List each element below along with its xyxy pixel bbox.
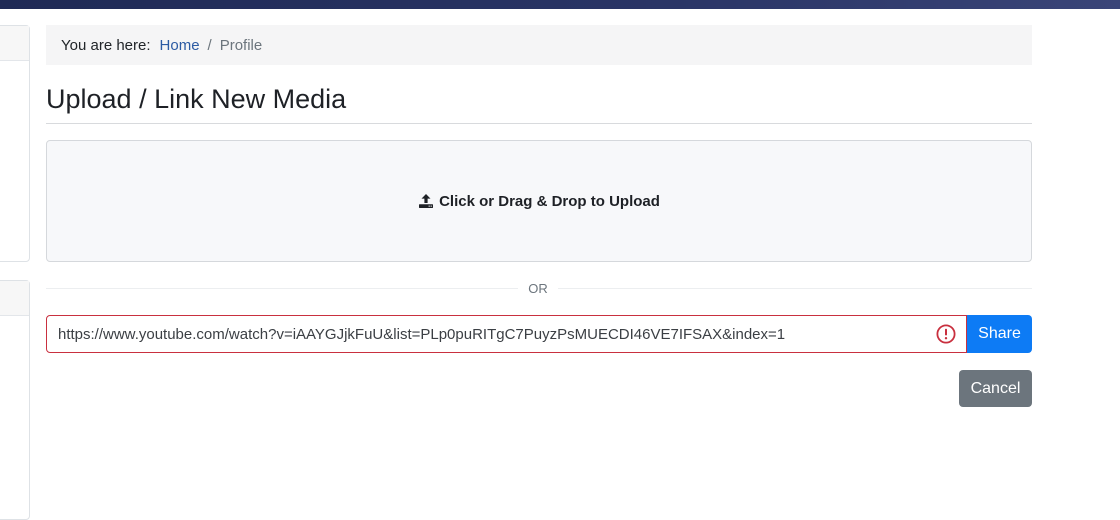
error-icon	[936, 324, 956, 344]
or-divider-label: OR	[518, 280, 558, 298]
breadcrumb: You are here: Home / Profile	[46, 25, 1032, 65]
sidebar-card-header	[0, 281, 29, 316]
sidebar-card-header	[0, 26, 29, 61]
breadcrumb-current: Profile	[219, 36, 263, 54]
sidebar-card	[0, 280, 30, 520]
media-url-input[interactable]	[46, 315, 967, 353]
upload-dropzone[interactable]: Click or Drag & Drop to Upload	[46, 140, 1032, 262]
sidebar-card	[0, 25, 30, 262]
dropzone-label: Click or Drag & Drop to Upload	[439, 192, 660, 210]
upload-icon	[418, 193, 434, 209]
cancel-button[interactable]: Cancel	[959, 370, 1032, 407]
share-button[interactable]: Share	[967, 315, 1032, 353]
media-url-field	[46, 315, 967, 353]
breadcrumb-separator: /	[207, 36, 212, 54]
dropzone-content: Click or Drag & Drop to Upload	[418, 193, 660, 210]
top-nav-bar	[0, 0, 1120, 9]
title-divider	[46, 123, 1032, 124]
breadcrumb-prefix: You are here:	[61, 36, 151, 54]
breadcrumb-home-link[interactable]: Home	[160, 37, 200, 54]
page-title: Upload / Link New Media	[46, 84, 347, 114]
